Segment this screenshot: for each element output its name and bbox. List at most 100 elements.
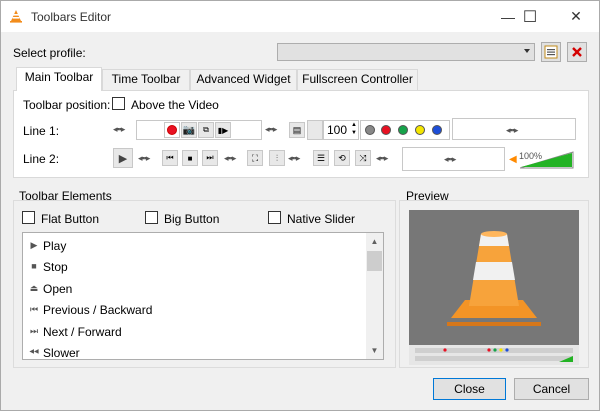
speed-spinbox[interactable]: 100 ▲ ▼ bbox=[323, 120, 359, 140]
playlist-icon: ▤ bbox=[292, 124, 302, 135]
profile-edit-icon bbox=[544, 45, 558, 59]
snapshot-button[interactable]: 📷 bbox=[181, 122, 197, 138]
equalizer-icon: ⫶ bbox=[275, 152, 279, 163]
stop-icon: ■ bbox=[31, 261, 37, 271]
eject-icon: ⏏ bbox=[29, 283, 39, 293]
flat-button-checkbox[interactable] bbox=[22, 211, 35, 224]
toolbars-editor-window: Toolbars Editor — ☐ ✕ Select profile: Ma… bbox=[0, 0, 600, 411]
delete-x-icon bbox=[572, 47, 582, 57]
ab-loop-icon: ⧉ bbox=[203, 125, 209, 134]
cancel-button[interactable]: Cancel bbox=[514, 378, 589, 400]
list-item-label: Previous / Backward bbox=[43, 303, 153, 317]
stop-icon: ■ bbox=[187, 153, 193, 163]
scroll-down-icon[interactable]: ▼ bbox=[366, 342, 383, 359]
loop-button[interactable]: ⟲ bbox=[334, 150, 350, 166]
line1-label: Line 1: bbox=[23, 124, 60, 138]
list-item-label: Slower bbox=[43, 346, 80, 360]
tab-label: Fullscreen Controller bbox=[302, 72, 413, 86]
loop-ab-button[interactable]: ⧉ bbox=[198, 122, 214, 138]
list-scrollbar[interactable]: ▲ ▼ bbox=[366, 233, 383, 359]
spacer-expanding-icon: ◂▪▪▸ bbox=[288, 153, 300, 163]
speed-value: 100 bbox=[327, 123, 348, 137]
spacer-expanding-icon: ◂▪▪▸ bbox=[506, 125, 518, 135]
list-item[interactable]: ⏮ Previous / Backward bbox=[23, 299, 367, 320]
list-item[interactable]: ⏭ Next / Forward bbox=[23, 321, 367, 342]
next-button[interactable]: ⏭ bbox=[202, 150, 218, 166]
next-icon: ⏭ bbox=[29, 326, 39, 336]
above-video-checkbox[interactable] bbox=[112, 97, 125, 110]
speaker-icon[interactable]: ◀ bbox=[509, 154, 517, 165]
list-item[interactable]: ◀◀ Slower bbox=[23, 342, 367, 360]
spacer-expanding-icon: ◂▪▪▸ bbox=[113, 124, 125, 134]
list-item[interactable]: ⏏ Open bbox=[23, 278, 367, 299]
profile-select[interactable] bbox=[277, 43, 535, 61]
record-button[interactable] bbox=[164, 122, 180, 138]
toolbar-position-label: Toolbar position: bbox=[23, 98, 111, 112]
tab-main-toolbar[interactable]: Main Toolbar bbox=[16, 67, 102, 91]
maximize-icon: ☐ bbox=[522, 8, 538, 26]
previous-button[interactable]: ⏮ bbox=[162, 150, 178, 166]
green-button-icon[interactable] bbox=[398, 125, 408, 135]
vlc-cone-icon bbox=[10, 10, 22, 23]
tab-label: Main Toolbar bbox=[24, 70, 94, 84]
native-slider-label: Native Slider bbox=[287, 212, 356, 226]
list-item-label: Play bbox=[43, 239, 67, 253]
preview-area bbox=[409, 210, 579, 365]
play-icon: ▶ bbox=[30, 240, 38, 250]
playlist-icon: ☰ bbox=[316, 152, 326, 163]
loop-icon: ⟲ bbox=[338, 152, 346, 163]
previous-icon: ⏮ bbox=[29, 304, 39, 314]
list-item-label: Stop bbox=[43, 260, 68, 274]
close-button-label: Close bbox=[454, 382, 485, 396]
big-button-label: Big Button bbox=[164, 212, 220, 226]
list-item-label: Next / Forward bbox=[43, 325, 122, 339]
window-title: Toolbars Editor bbox=[31, 10, 112, 24]
grey-button-icon[interactable] bbox=[365, 125, 375, 135]
extended-settings-button[interactable]: ⫶ bbox=[269, 150, 285, 166]
play-icon: ▶ bbox=[118, 152, 128, 165]
volume-percent: 100% bbox=[519, 151, 543, 161]
tab-fullscreen-controller[interactable]: Fullscreen Controller bbox=[297, 69, 418, 90]
close-window-button[interactable]: ✕ bbox=[553, 1, 599, 32]
frame-by-frame-button[interactable]: ▮▶ bbox=[215, 122, 231, 138]
line2-label: Line 2: bbox=[23, 152, 60, 166]
scroll-up-icon[interactable]: ▲ bbox=[366, 233, 383, 250]
tab-label: Time Toolbar bbox=[111, 72, 181, 86]
toolbar-elements-list[interactable]: ▶ Play ■ Stop ⏏ Open ⏮ Previous / Backwa… bbox=[22, 232, 384, 360]
list-item[interactable]: ▶ Play bbox=[23, 235, 367, 256]
blue-button-icon[interactable] bbox=[432, 125, 442, 135]
shuffle-button[interactable]: ⤨ bbox=[355, 150, 371, 166]
previous-icon: ⏮ bbox=[166, 153, 174, 162]
spacer-expanding-icon: ◂▪▪▸ bbox=[265, 124, 277, 134]
shuffle-icon: ⤨ bbox=[359, 152, 367, 163]
new-profile-button[interactable] bbox=[541, 42, 561, 62]
playlist-toggle-button[interactable]: ☰ bbox=[313, 150, 329, 166]
spacer-expanding-icon: ◂▪▪▸ bbox=[138, 153, 150, 163]
tab-advanced-widget[interactable]: Advanced Widget bbox=[190, 69, 297, 90]
stop-button[interactable]: ■ bbox=[182, 150, 198, 166]
list-item[interactable]: ■ Stop bbox=[23, 256, 367, 277]
spin-arrows-icon: ▲ ▼ bbox=[351, 122, 357, 136]
maximize-button[interactable]: ☐ bbox=[507, 1, 553, 32]
close-button[interactable]: Close bbox=[433, 378, 506, 400]
chevron-down-icon bbox=[524, 49, 530, 53]
big-button-checkbox[interactable] bbox=[145, 211, 158, 224]
scroll-thumb[interactable] bbox=[367, 251, 382, 271]
yellow-button-icon[interactable] bbox=[415, 125, 425, 135]
record-icon bbox=[167, 125, 177, 135]
close-icon: ✕ bbox=[570, 8, 582, 24]
red-button-icon[interactable] bbox=[381, 125, 391, 135]
fullscreen-button[interactable]: ⛶ bbox=[247, 150, 263, 166]
delete-profile-button[interactable] bbox=[567, 42, 587, 62]
select-profile-label: Select profile: bbox=[13, 46, 86, 60]
playlist-button[interactable]: ▤ bbox=[289, 122, 305, 138]
vlc-cone-icon bbox=[409, 210, 579, 365]
spacer-expanding-icon: ◂▪▪▸ bbox=[224, 153, 236, 163]
spacer-box bbox=[307, 120, 323, 140]
title-bar: Toolbars Editor — ☐ ✕ bbox=[1, 1, 599, 32]
play-button[interactable]: ▶ bbox=[113, 148, 133, 168]
tab-time-toolbar[interactable]: Time Toolbar bbox=[102, 69, 190, 90]
native-slider-checkbox[interactable] bbox=[268, 211, 281, 224]
fullscreen-icon: ⛶ bbox=[251, 152, 259, 163]
list-item-label: Open bbox=[43, 282, 73, 296]
